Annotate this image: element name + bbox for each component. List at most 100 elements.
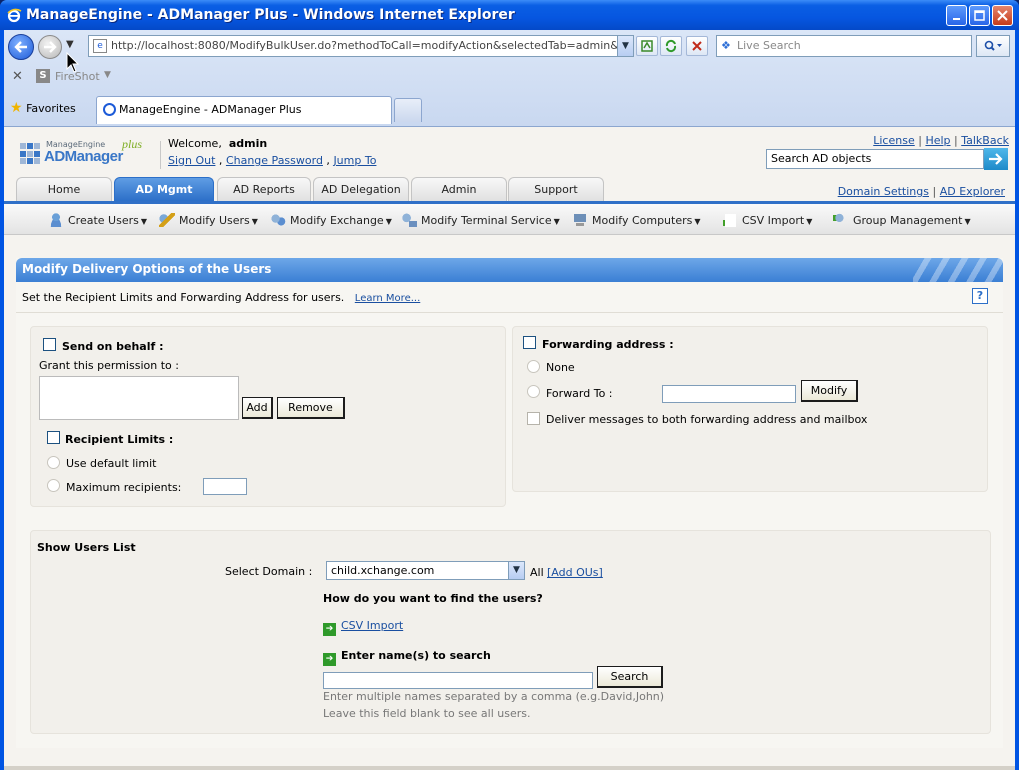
back-arrow-icon xyxy=(14,41,27,53)
remove-button[interactable]: Remove xyxy=(277,397,345,419)
divider xyxy=(16,312,1003,313)
maximize-icon xyxy=(974,10,985,21)
back-button[interactable] xyxy=(8,34,34,60)
recipient-limits-checkbox[interactable] xyxy=(47,431,60,444)
minimize-button[interactable] xyxy=(946,5,967,26)
browser-window: ManageEngine - ADManager Plus - Windows … xyxy=(0,0,1019,770)
menu-create-users-label: Create Users xyxy=(68,214,139,227)
menu-modify-users[interactable]: Modify Users ▼ xyxy=(159,213,258,227)
send-on-behalf-box: Send on behalf : Grant this permission t… xyxy=(30,326,506,507)
welcome-prefix: Welcome, xyxy=(168,137,222,150)
favorites-label: Favorites xyxy=(26,102,76,115)
menu-create-users[interactable]: Create Users ▼ xyxy=(48,213,147,227)
chevron-down-icon: ▼ xyxy=(553,217,560,226)
domain-settings-link[interactable]: Domain Settings xyxy=(838,185,929,198)
forward-none-radio[interactable] xyxy=(527,360,540,373)
tab-admin[interactable]: Admin xyxy=(411,177,507,201)
menu-modify-exchange[interactable]: Modify Exchange ▼ xyxy=(270,213,392,227)
search-ad-placeholder: Search AD objects xyxy=(771,152,872,165)
default-limit-label: Use default limit xyxy=(66,457,157,470)
forward-to-radio[interactable] xyxy=(527,385,540,398)
search-button[interactable]: Search xyxy=(597,666,663,688)
enter-names-label: Enter name(s) to search xyxy=(341,649,491,662)
csv-import-link[interactable]: CSV Import xyxy=(341,619,403,632)
user-links: Sign Out , Change Password , Jump To xyxy=(168,154,377,167)
computer-icon xyxy=(572,213,588,227)
fireshot-logo-icon: S xyxy=(36,69,50,83)
refresh-button[interactable] xyxy=(660,36,682,56)
modify-button[interactable]: Modify xyxy=(801,380,858,402)
add-ous-link[interactable]: [Add OUs] xyxy=(547,566,603,579)
domain-select[interactable]: child.xchange.com ▼ xyxy=(326,561,525,580)
change-password-link[interactable]: Change Password xyxy=(226,154,323,167)
fireshot-dropdown-icon[interactable]: ▼ xyxy=(104,70,111,80)
max-recipients-radio[interactable] xyxy=(47,479,60,492)
forward-to-label: Forward To : xyxy=(546,387,613,400)
tab-ad-mgmt[interactable]: AD Mgmt xyxy=(114,177,214,201)
menu-terminal-label: Modify Terminal Service xyxy=(421,214,552,227)
tab-ad-reports[interactable]: AD Reports xyxy=(217,177,311,201)
send-on-behalf-checkbox[interactable] xyxy=(43,338,56,351)
live-search-input[interactable]: ❖ Live Search xyxy=(716,35,972,57)
menu-csv-label: CSV Import xyxy=(742,214,805,227)
sign-out-link[interactable]: Sign Out xyxy=(168,154,215,167)
menu-modify-terminal-service[interactable]: Modify Terminal Service ▼ xyxy=(401,213,560,227)
forward-none-label: None xyxy=(546,361,575,374)
tab-home[interactable]: Home xyxy=(16,177,112,201)
enter-names-option[interactable]: ➔ Enter name(s) to search xyxy=(323,649,491,666)
default-limit-radio[interactable] xyxy=(47,456,60,469)
admanager-logo[interactable]: ManageEngine ADManager plus xyxy=(20,137,150,169)
forwarding-address-box: Forwarding address : None Forward To : M… xyxy=(512,326,988,492)
green-arrow-icon: ➔ xyxy=(323,653,336,666)
forward-button[interactable] xyxy=(38,35,62,59)
tab-ad-delegation[interactable]: AD Delegation xyxy=(313,177,409,201)
compatibility-button[interactable] xyxy=(636,36,658,56)
browser-tab[interactable]: ManageEngine - ADManager Plus xyxy=(96,96,392,124)
maximize-button[interactable] xyxy=(969,5,990,26)
panel-description-text: Set the Recipient Limits and Forwarding … xyxy=(22,291,345,304)
menu-csv-import[interactable]: CSV Import ▼ xyxy=(722,213,812,227)
new-tab-button[interactable] xyxy=(394,98,422,122)
csv-import-icon xyxy=(722,213,738,227)
menu-group-management[interactable]: Group Management ▼ xyxy=(833,213,971,227)
favorites-button[interactable]: ★ Favorites xyxy=(10,100,76,116)
grant-permission-textarea[interactable] xyxy=(39,376,239,420)
tab-support[interactable]: Support xyxy=(508,177,604,201)
jump-to-link[interactable]: Jump To xyxy=(333,154,376,167)
ad-explorer-link[interactable]: AD Explorer xyxy=(940,185,1005,198)
panel-header: Modify Delivery Options of the Users xyxy=(16,258,1003,282)
forwarding-address-label: Forwarding address : xyxy=(542,338,674,351)
toolbar-close-icon[interactable]: ✕ xyxy=(12,69,23,84)
live-search-button[interactable] xyxy=(976,35,1010,57)
logo-divider xyxy=(160,141,161,169)
close-icon xyxy=(997,10,1008,21)
live-search-placeholder: Live Search xyxy=(737,39,801,52)
menu-modify-exchange-label: Modify Exchange xyxy=(290,214,384,227)
search-go-button[interactable] xyxy=(984,148,1008,170)
forward-to-input[interactable] xyxy=(662,385,796,403)
address-text: http://localhost:8080/ModifyBulkUser.do?… xyxy=(111,39,634,52)
search-ad-input[interactable]: Search AD objects xyxy=(766,149,984,169)
stop-button[interactable] xyxy=(686,36,708,56)
help-icon[interactable]: ? xyxy=(972,288,988,304)
recent-pages-dropdown[interactable]: ▼ xyxy=(66,39,74,50)
tab-bar: ★ Favorites ManageEngine - ADManager Plu… xyxy=(4,92,1015,126)
menu-modify-computers[interactable]: Modify Computers ▼ xyxy=(572,213,701,227)
forwarding-address-checkbox[interactable] xyxy=(523,336,536,349)
close-button[interactable] xyxy=(992,5,1013,26)
address-dropdown[interactable]: ▼ xyxy=(617,36,633,56)
deliver-both-checkbox[interactable] xyxy=(527,412,540,425)
help-link[interactable]: Help xyxy=(925,134,950,147)
header-decoration xyxy=(913,258,1003,282)
learn-more-link[interactable]: Learn More... xyxy=(355,293,420,304)
max-recipients-input[interactable] xyxy=(203,478,247,495)
add-button[interactable]: Add xyxy=(242,397,273,419)
names-search-input[interactable] xyxy=(323,672,593,689)
search-hint-1: Enter multiple names separated by a comm… xyxy=(323,690,665,703)
address-bar[interactable]: e http://localhost:8080/ModifyBulkUser.d… xyxy=(88,35,634,57)
delivery-options-panel: Modify Delivery Options of the Users Set… xyxy=(16,258,1003,748)
domain-select-value: child.xchange.com xyxy=(331,564,435,577)
license-link[interactable]: License xyxy=(873,134,914,147)
csv-import-option[interactable]: ➔ CSV Import xyxy=(323,619,403,636)
talkback-link[interactable]: TalkBack xyxy=(961,134,1009,147)
